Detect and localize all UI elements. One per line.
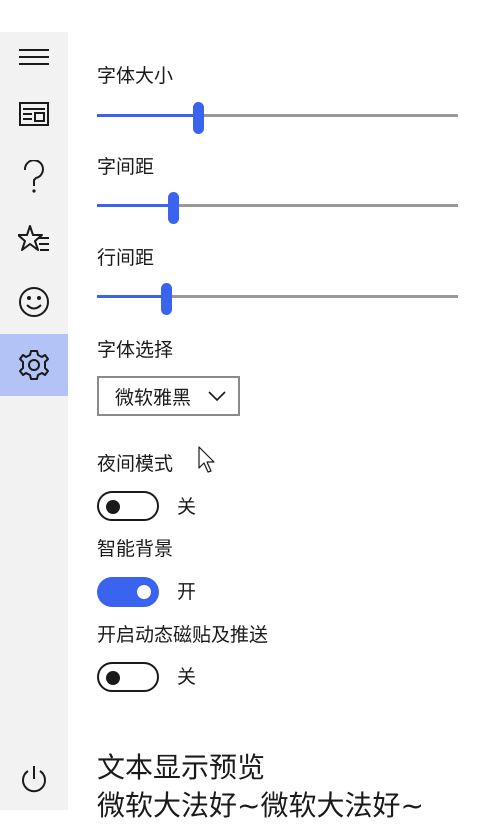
night-mode-state: 关 [177,496,197,518]
slider-thumb[interactable] [167,192,179,224]
slider-thumb[interactable] [193,102,205,134]
gear-icon [19,350,49,380]
toggle-knob [106,671,120,685]
question-icon [23,160,44,193]
preview-title: 文本显示预览 [97,751,266,784]
font-select-value: 微软雅黑 [115,386,192,409]
toggle-knob [106,500,120,514]
slider-fill [97,204,173,207]
chevron-down-icon [208,391,226,402]
line-spacing-label: 行间距 [97,247,155,269]
night-mode-toggle[interactable] [97,491,159,521]
slider-fill [97,114,199,117]
settings-panel: 字体大小 字间距 行间距 字体选择 微软雅黑 夜间模式 关 智能背景 开 开启动… [97,0,486,822]
smart-background-label: 智能背景 [97,538,174,560]
line-spacing-slider[interactable] [97,283,458,315]
letter-spacing-label: 字间距 [97,156,155,178]
smiley-icon [19,287,49,317]
power-icon [22,766,46,793]
preview-text: 微软大法好~微软大法好~ [97,789,424,822]
live-tile-state: 关 [177,666,197,688]
smart-background-state: 开 [177,581,197,603]
sidebar-item-reader[interactable] [0,84,68,146]
sidebar [0,32,68,810]
letter-spacing-slider[interactable] [97,192,458,224]
sidebar-item-settings[interactable] [0,334,68,396]
star-list-icon [18,225,49,251]
night-mode-label: 夜间模式 [97,453,174,475]
live-tile-label: 开启动态磁贴及推送 [97,624,269,646]
smart-background-toggle[interactable] [97,577,159,607]
newspaper-icon [19,102,49,126]
sidebar-item-power[interactable] [0,748,68,810]
hamburger-icon [19,49,49,65]
slider-thumb[interactable] [160,283,172,315]
sidebar-item-emoji[interactable] [0,271,68,333]
mouse-cursor-icon [198,446,215,473]
sidebar-item-favorites[interactable] [0,208,68,270]
live-tile-toggle[interactable] [97,662,159,692]
font-size-slider[interactable] [97,102,458,134]
hamburger-menu-button[interactable] [0,26,68,88]
toggle-knob [137,585,151,599]
font-select-dropdown[interactable]: 微软雅黑 [97,376,240,416]
font-size-label: 字体大小 [97,65,174,87]
sidebar-item-help[interactable] [0,146,68,208]
slider-fill [97,295,166,298]
font-select-label: 字体选择 [97,339,174,361]
